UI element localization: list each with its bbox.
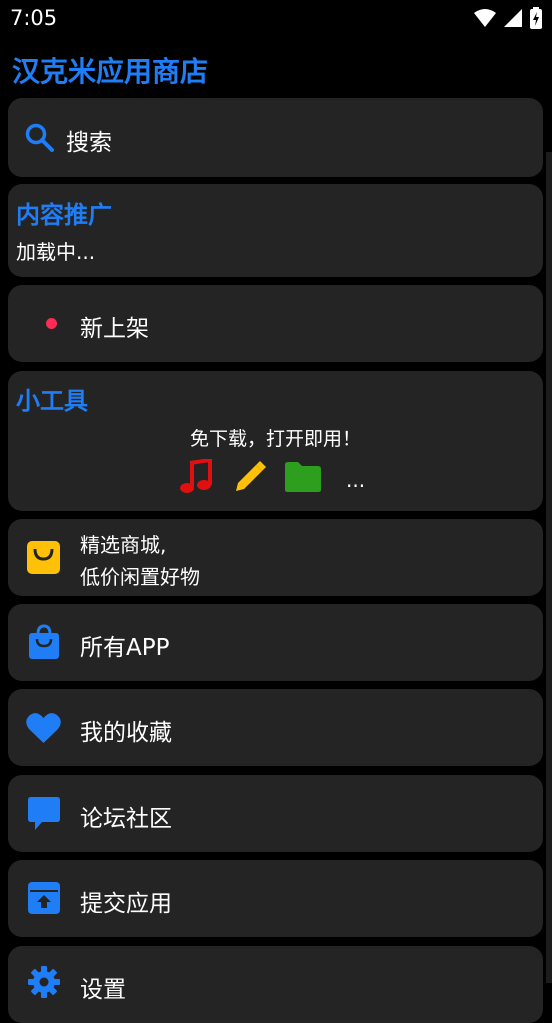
gear-icon	[28, 966, 60, 998]
shop-card[interactable]: 精选商城, 低价闲置好物	[8, 519, 543, 596]
menu-item-favorites[interactable]: 我的收藏	[8, 689, 543, 766]
status-time: 7:05	[10, 6, 58, 30]
pencil-icon[interactable]	[232, 459, 268, 495]
promo-title: 内容推广	[16, 201, 112, 229]
battery-icon	[530, 7, 542, 29]
new-arrivals-item[interactable]: 新上架	[8, 285, 543, 362]
search-icon	[25, 123, 54, 152]
folder-icon[interactable]	[285, 461, 321, 493]
menu-item-label: 论坛社区	[80, 806, 172, 832]
app-title: 汉克米应用商店	[12, 55, 209, 88]
promo-card[interactable]: 内容推广 加载中...	[8, 184, 543, 277]
shopping-bag-icon	[29, 624, 59, 659]
menu-item-label: 提交应用	[80, 891, 172, 917]
tools-card: 小工具 免下载，打开即用！ ...	[8, 371, 543, 511]
status-icons	[474, 7, 542, 29]
scrollbar[interactable]	[546, 152, 552, 983]
shop-line2: 低价闲置好物	[80, 565, 200, 589]
menu-item-label: 设置	[80, 977, 126, 1003]
menu-item-all-apps[interactable]: 所有APP	[8, 604, 543, 681]
menu-item-label: 我的收藏	[80, 720, 172, 746]
status-bar: 7:05	[0, 0, 552, 38]
menu-item-submit[interactable]: 提交应用	[8, 860, 543, 937]
menu-item-label: 所有APP	[80, 635, 170, 661]
shopping-bag-icon	[27, 541, 60, 574]
upload-box-icon	[28, 882, 60, 914]
new-dot-indicator	[46, 318, 57, 329]
signal-icon	[504, 9, 522, 27]
tools-more[interactable]: ...	[346, 468, 365, 492]
tools-subtitle: 免下载，打开即用！	[189, 428, 361, 450]
search-placeholder: 搜索	[66, 130, 112, 156]
promo-status: 加载中...	[16, 240, 96, 264]
wifi-icon	[474, 9, 496, 27]
search-bar[interactable]: 搜索	[8, 98, 543, 177]
music-note-icon[interactable]	[178, 459, 214, 495]
menu-item-settings[interactable]: 设置	[8, 946, 543, 1023]
chat-icon	[28, 797, 60, 830]
heart-icon	[26, 713, 61, 743]
menu-item-forum[interactable]: 论坛社区	[8, 775, 543, 852]
new-arrivals-label: 新上架	[80, 316, 149, 342]
shop-line1: 精选商城,	[80, 533, 167, 557]
tools-title: 小工具	[16, 387, 88, 415]
